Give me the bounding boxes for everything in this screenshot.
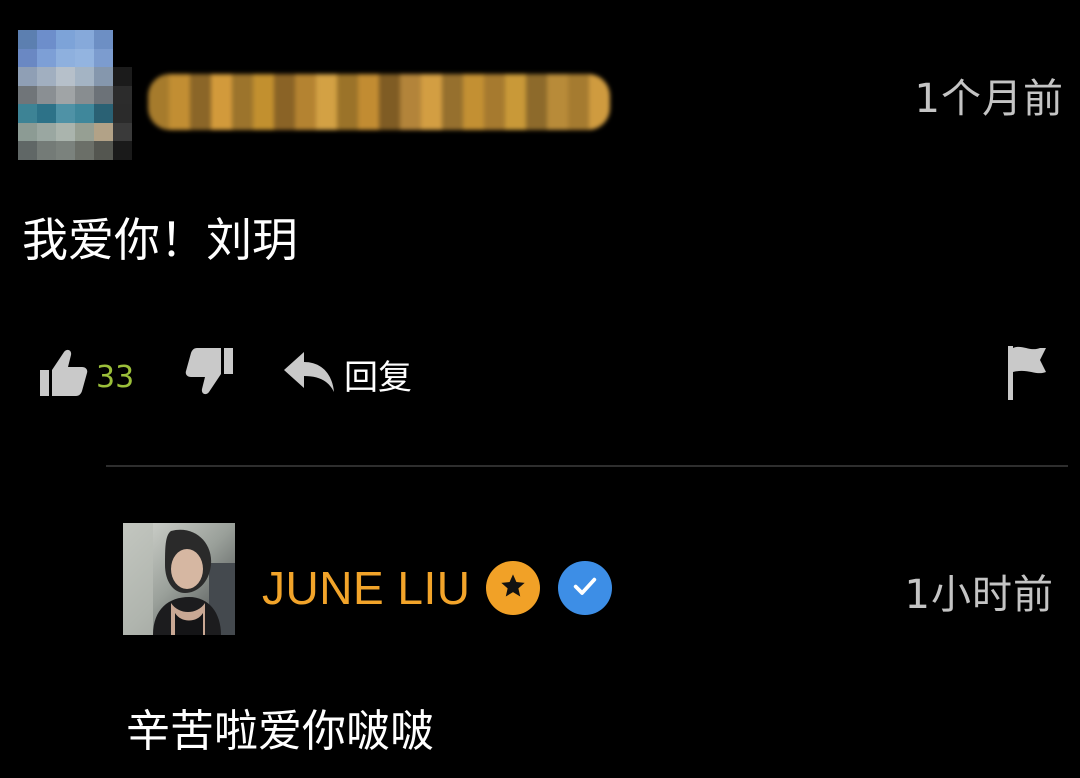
comment-actions: 33 回复	[0, 336, 1080, 410]
commenter-username[interactable]	[148, 74, 610, 130]
flag-icon	[1002, 346, 1052, 406]
like-count: 33	[96, 359, 135, 395]
comment-timestamp: 1个月前	[914, 76, 1064, 122]
divider	[106, 465, 1068, 467]
report-button[interactable]	[1002, 342, 1052, 406]
comment: 1个月前 我爱你！刘玥 33 回复	[0, 0, 1080, 460]
reply-button[interactable]: 回复	[282, 346, 412, 402]
reply-text: 辛苦啦爱你啵啵	[126, 706, 434, 757]
reply-arrow-icon	[282, 350, 336, 398]
star-badge	[486, 561, 541, 615]
commenter-avatar[interactable]	[18, 30, 132, 160]
comment-text: 我爱你！刘玥	[22, 213, 298, 267]
like-button[interactable]: 33	[34, 346, 134, 402]
dislike-button[interactable]	[182, 344, 238, 402]
thumbs-up-icon	[34, 344, 92, 404]
checkmark-icon	[571, 572, 599, 604]
verified-badge	[558, 561, 613, 615]
reply-timestamp: 1小时前	[904, 572, 1054, 618]
reply-author-row: JUNE LIU	[262, 560, 613, 616]
thumbs-down-icon	[182, 348, 238, 402]
reply-label: 回复	[344, 357, 412, 398]
star-icon	[499, 572, 527, 604]
reply-author-avatar[interactable]	[123, 523, 235, 635]
reply-author-name[interactable]: JUNE LIU	[262, 561, 470, 615]
